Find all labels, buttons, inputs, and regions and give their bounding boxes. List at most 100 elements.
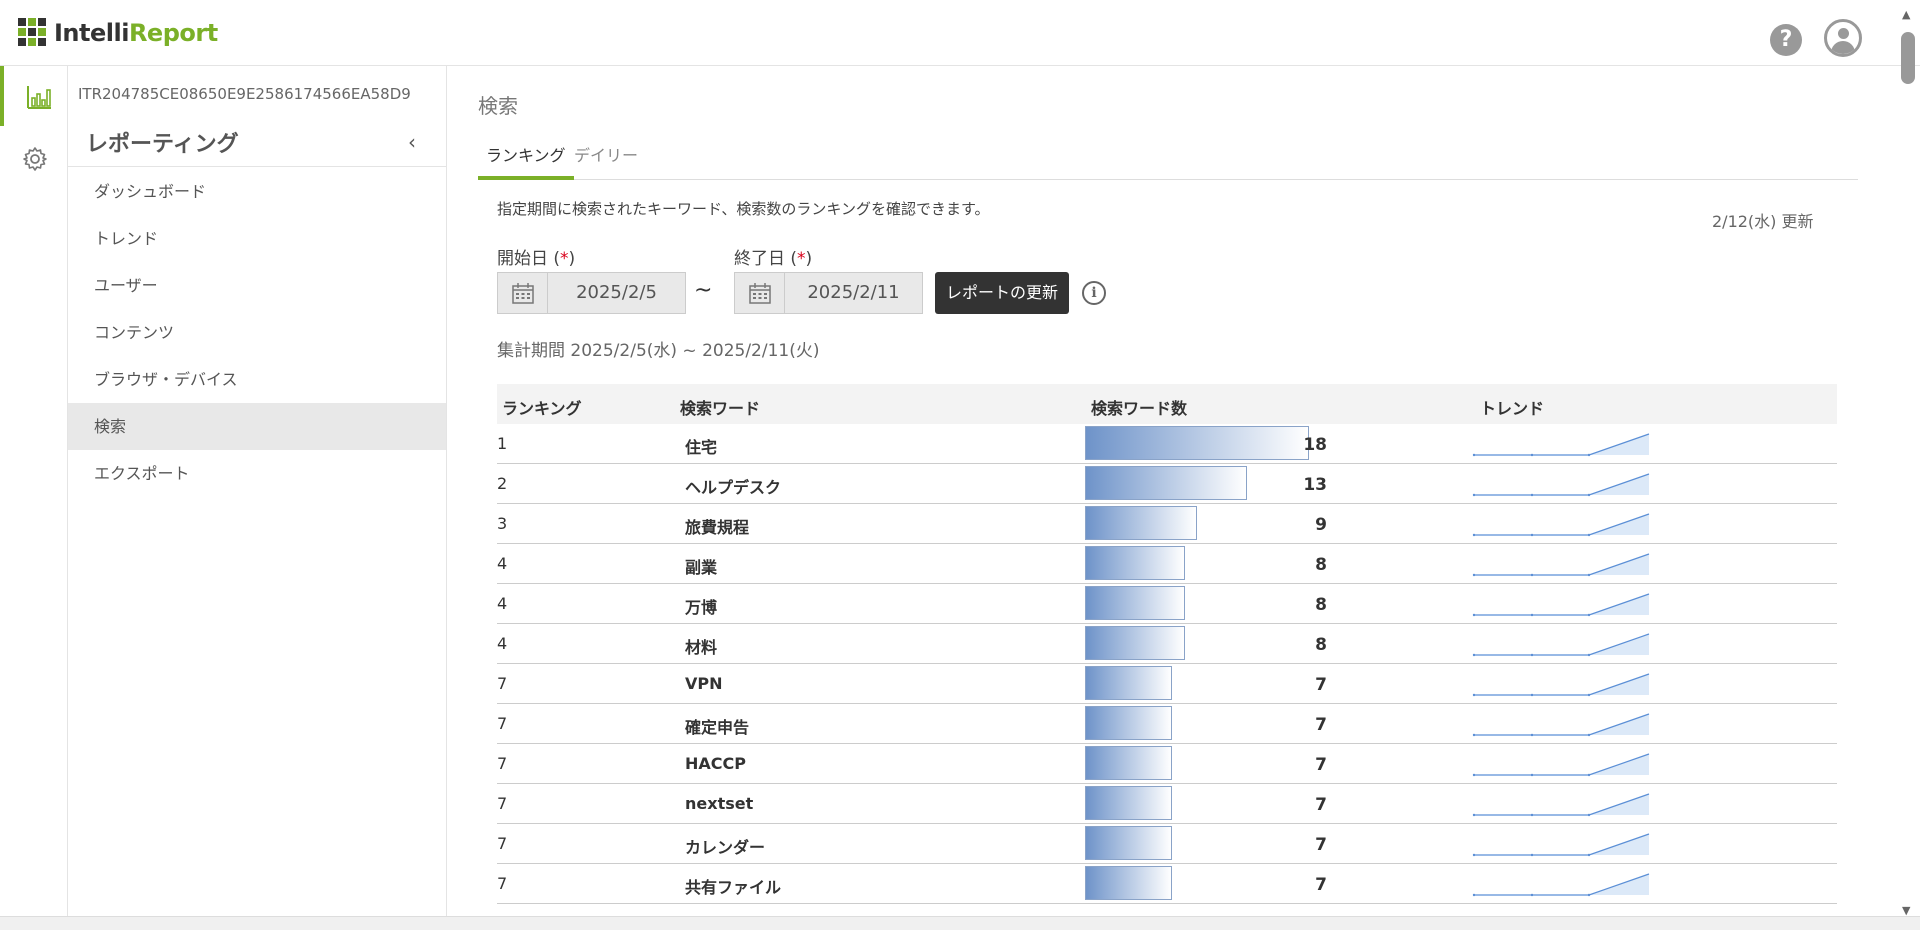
trend-sparkline — [1472, 553, 1650, 577]
trend-point — [1587, 573, 1591, 577]
trend-sparkline — [1472, 753, 1650, 777]
search-word-cell[interactable]: VPN — [685, 674, 723, 693]
search-word-cell[interactable]: 材料 — [685, 634, 717, 658]
trend-point — [1530, 733, 1534, 737]
trend-area — [1474, 794, 1649, 815]
logo-text: IntelliReport — [54, 19, 218, 47]
rank-cell: 7 — [497, 874, 508, 893]
trend-point — [1472, 493, 1476, 497]
rank-cell: 3 — [497, 514, 508, 533]
user-account-icon[interactable] — [1824, 19, 1862, 57]
sidebar-item-dashboard[interactable]: ダッシュボード — [68, 168, 446, 215]
table-row[interactable]: 7 nextset 7 — [497, 784, 1837, 824]
info-icon[interactable]: i — [1082, 281, 1106, 305]
trend-area — [1474, 874, 1649, 895]
search-word-cell[interactable]: 確定申告 — [685, 714, 749, 738]
window-bottom-edge — [0, 916, 1920, 930]
table-row[interactable]: 4 副業 8 — [497, 544, 1837, 584]
count-bar — [1085, 466, 1247, 500]
app-logo[interactable]: IntelliReport — [18, 18, 218, 48]
scroll-up-icon[interactable]: ▲ — [1902, 8, 1912, 21]
rank-cell: 7 — [497, 794, 508, 813]
search-word-cell[interactable]: 住宅 — [685, 434, 717, 458]
count-bar — [1085, 626, 1185, 660]
end-date-label-close: ) — [805, 249, 813, 269]
gear-icon — [23, 147, 47, 171]
trend-point — [1587, 533, 1591, 537]
column-header-trend: トレンド — [1480, 399, 1545, 418]
count-cell: 8 — [1315, 635, 1327, 655]
table-row[interactable]: 4 材料 8 — [497, 624, 1837, 664]
start-date-value[interactable]: 2025/2/5 — [548, 273, 685, 313]
page-title: 検索 — [478, 94, 518, 118]
ranking-table: ランキング 検索ワード 検索ワード数 トレンド 1 住宅 18 2 ヘルプデスク 13 3 旅… — [497, 384, 1837, 904]
tab-daily[interactable]: デイリー — [566, 140, 646, 180]
trend-point — [1587, 453, 1591, 457]
rank-cell: 2 — [497, 474, 508, 493]
trend-point — [1530, 853, 1534, 857]
count-bar — [1085, 546, 1185, 580]
search-word-cell[interactable]: 万博 — [685, 594, 717, 618]
update-report-button[interactable]: レポートの更新 — [935, 272, 1069, 314]
table-row[interactable]: 7 確定申告 7 — [497, 704, 1837, 744]
scroll-down-icon[interactable]: ▼ — [1902, 904, 1912, 917]
count-cell: 13 — [1303, 475, 1327, 495]
search-word-cell[interactable]: カレンダー — [685, 834, 765, 858]
table-row[interactable]: 4 万博 8 — [497, 584, 1837, 624]
aggregation-period: 集計期間 2025/2/5(水) ~ 2025/2/11(火) — [497, 341, 820, 361]
start-date-label-close: ) — [568, 249, 576, 269]
search-word-cell[interactable]: ヘルプデスク — [685, 474, 781, 498]
rank-cell: 7 — [497, 834, 508, 853]
trend-point — [1472, 733, 1476, 737]
tab-ranking[interactable]: ランキング — [478, 140, 574, 180]
search-word-cell[interactable]: 共有ファイル — [685, 874, 781, 898]
sidebar-item-export[interactable]: エクスポート — [68, 450, 446, 497]
sidebar-divider — [68, 166, 446, 167]
trend-area — [1474, 834, 1649, 855]
end-date-value[interactable]: 2025/2/11 — [785, 273, 922, 313]
end-date-field[interactable]: 2025/2/11 — [734, 272, 923, 314]
trend-area — [1474, 594, 1649, 615]
rail-reporting-button[interactable] — [0, 66, 67, 126]
table-row[interactable]: 7 HACCP 7 — [497, 744, 1837, 784]
rank-cell: 4 — [497, 634, 508, 653]
help-button[interactable]: ? — [1770, 24, 1802, 56]
count-cell: 8 — [1315, 595, 1327, 615]
table-row[interactable]: 7 共有ファイル 7 — [497, 864, 1837, 904]
count-cell: 7 — [1315, 795, 1327, 815]
sidebar-item-search[interactable]: 検索 — [68, 403, 446, 450]
start-date-field[interactable]: 2025/2/5 — [497, 272, 686, 314]
sidebar-item-trend[interactable]: トレンド — [68, 215, 446, 262]
table-row[interactable]: 1 住宅 18 — [497, 424, 1837, 464]
calendar-icon[interactable] — [498, 273, 548, 313]
trend-point — [1587, 893, 1591, 897]
trend-point — [1530, 693, 1534, 697]
table-row[interactable]: 3 旅費規程 9 — [497, 504, 1837, 544]
start-date-label-text: 開始日 ( — [497, 249, 561, 269]
sidebar-item-users[interactable]: ユーザー — [68, 262, 446, 309]
rail-settings-button[interactable] — [0, 128, 67, 188]
calendar-icon[interactable] — [735, 273, 785, 313]
trend-sparkline — [1472, 433, 1650, 457]
collapse-sidebar-icon[interactable]: ‹ — [408, 130, 416, 154]
count-cell: 7 — [1315, 675, 1327, 695]
search-word-cell[interactable]: nextset — [685, 794, 753, 813]
search-word-cell[interactable]: HACCP — [685, 754, 746, 773]
search-word-cell[interactable]: 副業 — [685, 554, 717, 578]
sidebar-item-content[interactable]: コンテンツ — [68, 309, 446, 356]
count-cell: 7 — [1315, 835, 1327, 855]
count-bar — [1085, 746, 1172, 780]
count-bar — [1085, 506, 1197, 540]
trend-sparkline — [1472, 833, 1650, 857]
table-row[interactable]: 2 ヘルプデスク 13 — [497, 464, 1837, 504]
trend-point — [1530, 493, 1534, 497]
sidebar-item-browser-device[interactable]: ブラウザ・デバイス — [68, 356, 446, 403]
trend-area — [1474, 634, 1649, 655]
search-word-cell[interactable]: 旅費規程 — [685, 514, 749, 538]
table-row[interactable]: 7 VPN 7 — [497, 664, 1837, 704]
trend-sparkline — [1472, 593, 1650, 617]
table-row[interactable]: 7 カレンダー 7 — [497, 824, 1837, 864]
trend-sparkline — [1472, 513, 1650, 537]
scrollbar-thumb[interactable] — [1901, 32, 1915, 84]
rank-cell: 7 — [497, 754, 508, 773]
